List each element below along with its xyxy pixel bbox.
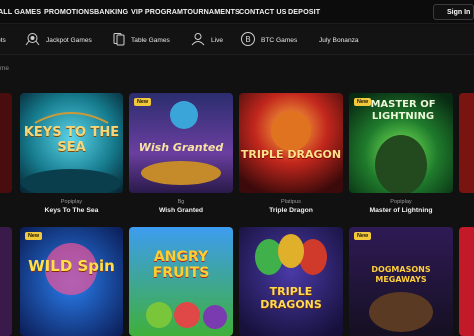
game-art-title: TRIPLE DRAGON (240, 148, 342, 161)
game-card-partial[interactable] (459, 227, 474, 336)
category-live[interactable]: Live (190, 25, 223, 55)
category-bar: ots Jackpot Games Table Games Live B BTC… (0, 25, 474, 55)
game-card[interactable]: New MASTER OF LIGHTNING (349, 93, 453, 193)
new-badge: New (25, 232, 43, 240)
category-table-games[interactable]: Table Games (112, 25, 170, 55)
jackpot-icon (24, 32, 41, 48)
breadcrumb[interactable]: me (0, 65, 9, 72)
game-art-title: TRIPLE DRAGONS (260, 285, 322, 311)
game-art-title: WILD Spin (28, 257, 115, 275)
game-title[interactable]: Master of Lightning (349, 207, 453, 214)
nav-banking[interactable]: BANKING (94, 7, 128, 16)
bitcoin-icon: B (240, 31, 256, 49)
nav-all-games[interactable]: ALL GAMES (0, 7, 41, 16)
game-art-title: KEYS TO THE SEA (23, 125, 120, 155)
game-card-partial[interactable] (0, 93, 12, 193)
game-provider: Bg (177, 199, 185, 205)
category-label: Table Games (131, 36, 170, 44)
nav-promotions[interactable]: PROMOTIONS (44, 7, 94, 16)
game-title[interactable]: Wish Granted (129, 207, 233, 214)
game-caption: Popiplay Keys To The Sea (20, 199, 123, 214)
live-dealer-icon (190, 32, 206, 48)
game-card-partial[interactable] (0, 227, 12, 336)
game-card[interactable]: New WILD Spin (20, 227, 123, 336)
cards-icon (112, 32, 126, 48)
game-caption: Bg Wish Granted (129, 199, 233, 214)
category-label: July Bonanza (319, 36, 359, 44)
game-art-title: ANGRY FRUITS (152, 249, 210, 281)
game-art-title: MASTER OF LIGHTNING (370, 99, 436, 122)
game-card[interactable]: KEYS TO THE SEA (20, 93, 123, 193)
game-thumbnail (239, 227, 343, 336)
sign-in-button[interactable]: Sign In (433, 4, 474, 20)
game-art-title: DOGMASONS MEGAWAYS (371, 265, 431, 284)
nav-tournaments[interactable]: TOURNAMENTS (183, 7, 240, 16)
category-label: BTC Games (261, 36, 298, 44)
game-title[interactable]: Keys To The Sea (20, 207, 123, 214)
category-label: Live (211, 36, 224, 44)
game-card[interactable]: New DOGMASONS MEGAWAYS (349, 227, 453, 336)
nav-deposit[interactable]: DEPOSIT (288, 7, 320, 16)
game-thumbnail (20, 227, 123, 336)
game-card[interactable]: TRIPLE DRAGON (239, 93, 343, 193)
category-label: ots (0, 36, 6, 44)
game-card[interactable]: TRIPLE DRAGONS (239, 227, 343, 336)
game-card[interactable]: New Wish Granted (129, 93, 233, 193)
nav-contact-us[interactable]: CONTACT US (239, 7, 287, 16)
new-badge: New (354, 232, 372, 240)
category-july-bonanza[interactable]: July Bonanza (319, 25, 359, 55)
game-card-partial[interactable] (459, 93, 474, 193)
game-title[interactable]: Triple Dragon (239, 207, 343, 214)
game-caption: Platipus Triple Dragon (239, 199, 343, 214)
game-thumbnail (239, 93, 343, 193)
category-jackpot-games[interactable]: Jackpot Games (24, 25, 92, 55)
nav-vip-program[interactable]: VIP PROGRAM (131, 7, 183, 16)
game-card[interactable]: ANGRY FRUITS (129, 227, 233, 336)
game-art-title: Wish Granted (138, 141, 224, 154)
top-navigation: ALL GAMES PROMOTIONS BANKING VIP PROGRAM… (0, 0, 474, 24)
category-label: Jackpot Games (46, 36, 92, 44)
game-caption: Popiplay Master of Lightning (349, 199, 453, 214)
game-provider: Popiplay (60, 199, 83, 205)
game-provider: Popiplay (390, 199, 412, 205)
category-btc-games[interactable]: B BTC Games (240, 25, 297, 55)
game-provider: Platipus (281, 199, 301, 205)
category-slots[interactable]: ots (0, 25, 6, 55)
new-badge: New (134, 98, 152, 106)
svg-text:B: B (245, 35, 251, 44)
game-thumbnail (129, 227, 233, 336)
